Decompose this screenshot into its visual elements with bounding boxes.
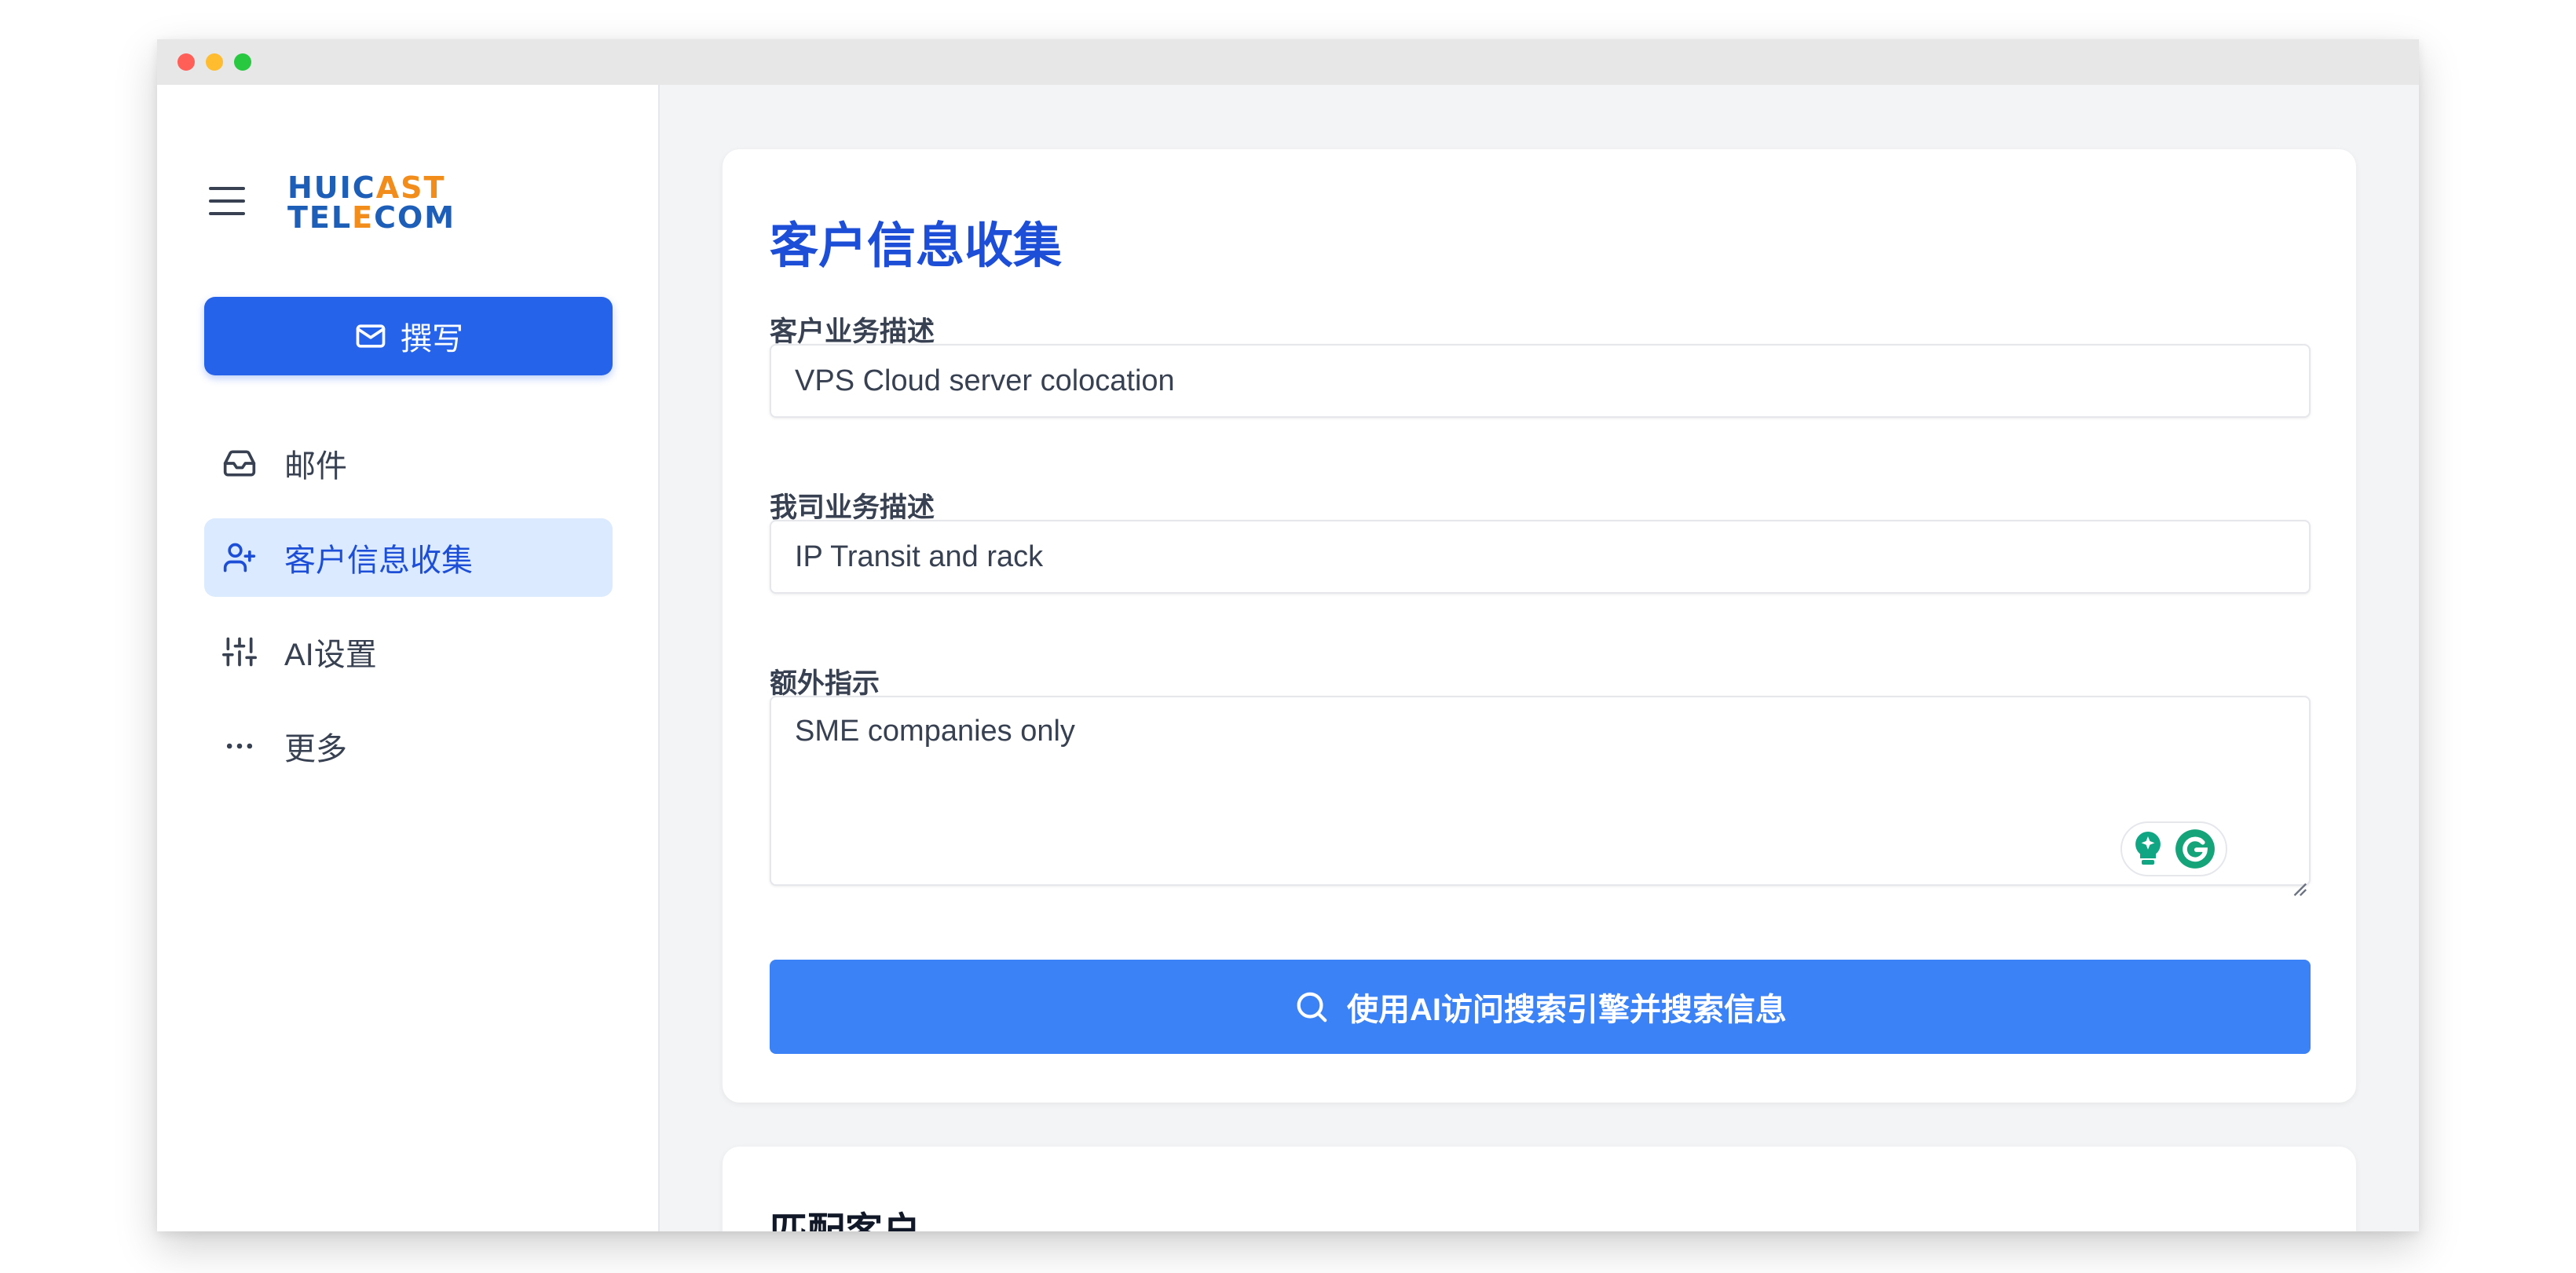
menu-toggle-icon[interactable] bbox=[209, 185, 245, 217]
app-window: HUICAST TELECOM 撰写 邮件 客户信息收集 AI设置 更多 客户信… bbox=[157, 39, 2419, 1231]
sidebar-item-label: 更多 bbox=[284, 732, 347, 766]
window-minimize-button[interactable] bbox=[206, 53, 223, 71]
sidebar: HUICAST TELECOM 撰写 邮件 客户信息收集 AI设置 更多 bbox=[157, 85, 660, 1231]
ai-search-button[interactable]: 使用AI访问搜索引擎并搜索信息 bbox=[770, 960, 2311, 1054]
sidebar-item-label: 客户信息收集 bbox=[284, 543, 473, 578]
matched-customers-title: 匹配客户 bbox=[770, 1200, 920, 1231]
compose-button-label: 撰写 bbox=[401, 322, 463, 357]
window-close-button[interactable] bbox=[177, 53, 195, 71]
inbox-icon bbox=[221, 445, 258, 481]
more-horizontal-icon bbox=[221, 728, 258, 764]
our-business-input[interactable] bbox=[770, 520, 2311, 594]
sidebar-item-mail[interactable]: 邮件 bbox=[204, 424, 613, 503]
customer-info-card: 客户信息收集 客户业务描述 我司业务描述 额外指示 SME companies … bbox=[723, 149, 2356, 1103]
window-maximize-button[interactable] bbox=[234, 53, 251, 71]
page-title: 客户信息收集 bbox=[770, 219, 1063, 273]
window-titlebar bbox=[157, 39, 2419, 85]
sidebar-item-customer-info[interactable]: 客户信息收集 bbox=[204, 518, 613, 597]
lightbulb-icon bbox=[2135, 832, 2161, 865]
ai-search-button-label: 使用AI访问搜索引擎并搜索信息 bbox=[1347, 993, 1787, 1027]
sliders-icon bbox=[221, 634, 258, 670]
grammar-assistant-widget[interactable] bbox=[2120, 821, 2227, 876]
compose-button[interactable]: 撰写 bbox=[204, 297, 613, 375]
search-icon bbox=[1297, 992, 1327, 1022]
user-plus-icon bbox=[221, 540, 258, 576]
brand-logo: HUICAST TELECOM bbox=[287, 173, 484, 232]
logo-line-1: HUICAST bbox=[287, 170, 446, 205]
matched-customers-card: 匹配客户 bbox=[723, 1147, 2356, 1231]
customer-business-input[interactable] bbox=[770, 344, 2311, 418]
extra-instructions-textarea[interactable]: SME companies only bbox=[770, 696, 2311, 886]
sidebar-item-label: AI设置 bbox=[284, 638, 377, 672]
resize-handle-icon[interactable] bbox=[2290, 880, 2307, 897]
sidebar-item-ai-settings[interactable]: AI设置 bbox=[204, 613, 613, 691]
logo-line-2: TELECOM bbox=[287, 200, 456, 235]
grammarly-icon bbox=[2175, 829, 2215, 869]
sidebar-item-label: 邮件 bbox=[284, 449, 347, 484]
mail-icon bbox=[356, 324, 386, 348]
sidebar-item-more[interactable]: 更多 bbox=[204, 707, 613, 785]
